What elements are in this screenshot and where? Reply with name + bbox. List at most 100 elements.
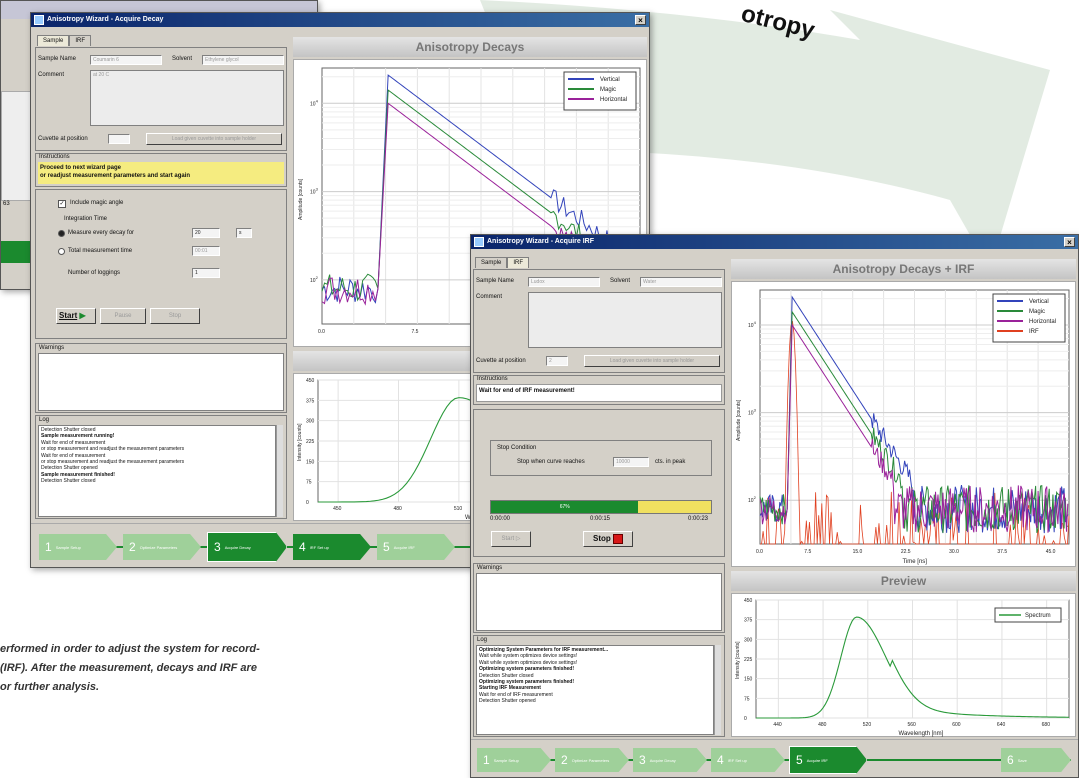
warnings-panel: Warnings [473, 563, 725, 633]
y-tick-label: 150 [306, 459, 315, 465]
legend-label: Vertical [600, 77, 620, 83]
y-tick-label: 104 [748, 320, 757, 329]
decay-irf-chart-title: Anisotropy Decays + IRF [731, 259, 1076, 279]
instructions-panel: Instructions Proceed to next wizard page… [35, 153, 287, 187]
x-tick-label: 640 [997, 722, 1006, 728]
step-5[interactable]: 5 Acquire IRF [789, 746, 867, 774]
step-num: 4 [717, 753, 724, 767]
tab-irf[interactable]: IRF [507, 257, 530, 268]
cuvette-select[interactable] [108, 134, 130, 144]
decay-irf-chart-area: 102 103 104 0.0 7.5 15.0 22.5 30.0 37.5 45.0 Time … [731, 281, 1076, 567]
app-icon [474, 237, 484, 247]
sample-name-label: Sample Name [38, 56, 77, 62]
caption-line-1: erformed in order to adjust the system f… [0, 643, 260, 655]
y-axis-label: Amplitude [counts] [298, 178, 304, 220]
solvent-select[interactable]: Water [640, 277, 722, 287]
step-num: 2 [561, 753, 568, 767]
step-4[interactable]: 4 IRF Set up [711, 748, 785, 772]
log-box: Detection Shutter closed Sample measurem… [38, 425, 276, 517]
total-time-radio[interactable] [58, 248, 65, 255]
total-time-label: Total measurement time [68, 248, 133, 254]
x-tick-label: 520 [863, 722, 872, 728]
window-titlebar: Anisotropy Wizard - Acquire Decay × [31, 13, 649, 27]
stop-condition-group: Stop Condition Stop when curve reaches 1… [490, 440, 712, 476]
instructions-box: Proceed to next wizard page or readjust … [38, 162, 284, 184]
sample-name-input[interactable]: Ludox [528, 277, 600, 287]
step-5[interactable]: 5 Acquire IRF [377, 534, 455, 560]
step-2[interactable]: 2 Optimize Parameters [555, 748, 629, 772]
time-mid: 0:00:15 [590, 516, 611, 522]
preview-chart-title: Preview [731, 571, 1076, 591]
number-loggings-input[interactable]: 1 [192, 268, 220, 278]
cuvette-select[interactable]: 2 [546, 356, 568, 366]
step-text: Acquire Decay [649, 757, 676, 763]
step-3[interactable]: 3 Acquire Decay [207, 532, 287, 562]
step-2[interactable]: 2 Optimize Parameters [123, 534, 201, 560]
step-1[interactable]: 1 Sample Setup [477, 748, 551, 772]
tab-sample[interactable]: Sample [37, 35, 70, 46]
warnings-panel: Warnings [35, 343, 287, 413]
include-magic-label: Include magic angle [70, 200, 124, 206]
measure-every-input[interactable]: 20 [192, 228, 220, 238]
instruction-line-2: or readjust measurement parameters and s… [40, 173, 191, 179]
y-tick-label: 375 [306, 398, 315, 404]
start-label: Start [501, 536, 515, 542]
step-1[interactable]: 1 Sample Setup [39, 534, 117, 560]
warnings-box [38, 353, 284, 411]
measure-every-label: Measure every decay for [68, 230, 135, 236]
sample-panel: Sample Name Ludox Solvent Water Comment … [473, 269, 725, 373]
y-tick-label: 102 [310, 275, 319, 284]
play-icon: ▷ [515, 536, 521, 542]
include-magic-checkbox[interactable]: ✓ [58, 200, 66, 208]
y-tick-label: 102 [748, 495, 757, 504]
wizard-steps: 1 Sample Setup 2 Optimize Parameters 3 Acqu… [471, 739, 1078, 777]
close-icon[interactable]: × [1064, 237, 1075, 247]
legend-label: Magic [1029, 309, 1045, 315]
x-tick-label: 30.0 [949, 549, 959, 555]
y-axis-label: Intensity [counts] [735, 641, 741, 679]
sample-name-input[interactable]: Coumarin 6 [90, 55, 162, 65]
tab-irf[interactable]: IRF [69, 35, 92, 46]
stop-button[interactable]: Stop [583, 531, 633, 547]
stop-when-input[interactable]: 10000 [613, 457, 649, 467]
measure-every-radio[interactable] [58, 230, 65, 237]
total-time-input[interactable]: 00:01 [192, 246, 220, 256]
tab-sample[interactable]: Sample [475, 257, 508, 268]
step-3[interactable]: 3 Acquire Decay [633, 748, 707, 772]
log-scrollbar[interactable] [714, 645, 721, 735]
step-4[interactable]: 4 IRF Set up [293, 534, 371, 560]
x-tick-label: 37.5 [997, 549, 1007, 555]
y-tick-label: 300 [306, 419, 315, 425]
legend-label: IRF [1029, 329, 1039, 335]
start-button[interactable]: Start ▷ [491, 531, 531, 547]
step-text: Sample Setup [493, 757, 519, 763]
preview-chart-svg: 0 75 150 225 300 375 450 440 480 520 560 600 640 680 W… [735, 598, 1070, 737]
warnings-title: Warnings [477, 565, 503, 571]
progress-text: 67% [559, 504, 570, 510]
x-tick-label: 22.5 [901, 549, 911, 555]
stop-button[interactable]: Stop [150, 308, 200, 324]
x-tick-label: 560 [908, 722, 917, 728]
stop-icon [613, 533, 623, 544]
cuvette-label: Cuvette at position [476, 358, 526, 364]
comment-textarea[interactable]: at 20 C [90, 70, 284, 126]
y-tick-label: 150 [744, 677, 753, 683]
caption-line-2: (IRF). After the measurement, decays and… [0, 662, 257, 674]
load-cuvette-button[interactable]: Load given cuvette into sample holder [146, 133, 282, 145]
cuvette-label: Cuvette at position [38, 136, 88, 142]
close-icon[interactable]: × [635, 15, 646, 25]
legend-label: Magic [600, 87, 616, 93]
integration-time-label: Integration Time [64, 216, 108, 222]
pause-button[interactable]: Pause [100, 308, 146, 324]
step-6[interactable]: 6 Save [1001, 748, 1071, 772]
integration-panel: ✓ Include magic angle Integration Time M… [35, 189, 287, 339]
comment-textarea[interactable] [528, 292, 722, 348]
start-button[interactable]: Start ▶ [56, 308, 96, 324]
solvent-select[interactable]: Ethylene glycol [202, 55, 284, 65]
instruction-line-1: Proceed to next wizard page [40, 165, 122, 171]
log-title: Log [39, 417, 50, 423]
x-axis-label: Time [ns] [903, 559, 928, 565]
load-cuvette-button[interactable]: Load given cuvette into sample holder [584, 355, 720, 367]
window-title: Anisotropy Wizard - Acquire Decay [47, 16, 164, 23]
log-scrollbar[interactable] [276, 425, 283, 517]
